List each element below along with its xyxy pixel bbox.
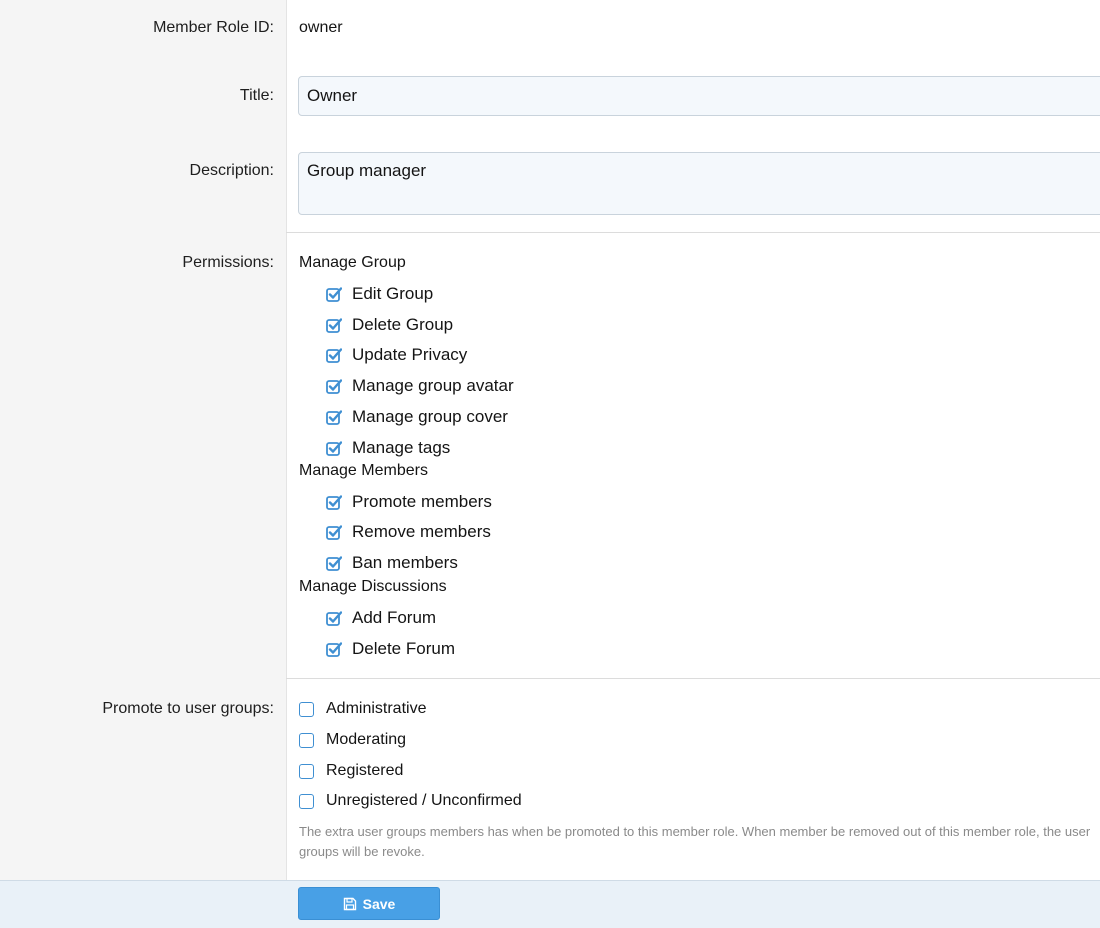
user-group-checkbox-administrative[interactable]: Administrative <box>299 700 426 718</box>
checked-checkbox-icon <box>326 410 342 425</box>
permission-label: Promote members <box>352 492 492 511</box>
unchecked-checkbox-icon <box>299 732 314 748</box>
save-button-label: Save <box>362 895 396 912</box>
title-label: Title: <box>239 87 274 104</box>
checked-checkbox-icon <box>326 441 342 456</box>
permission-label: Add Forum <box>352 608 437 627</box>
permission-label: Manage group avatar <box>352 376 514 395</box>
permission-label: Delete Forum <box>352 639 455 658</box>
unchecked-checkbox-icon <box>299 793 314 809</box>
user-group-checkbox-moderating[interactable]: Moderating <box>299 731 406 749</box>
user-group-checkbox-registered[interactable]: Registered <box>299 762 403 780</box>
member-role-id-value: owner <box>299 19 343 36</box>
label-column <box>0 0 287 880</box>
divider <box>286 232 1100 233</box>
user-group-label: Registered <box>326 762 404 779</box>
permission-group-title: Manage Discussions <box>299 578 447 595</box>
permission-checkbox-delete-group[interactable]: Delete Group <box>326 315 453 335</box>
permission-checkbox-update-privacy[interactable]: Update Privacy <box>326 345 467 365</box>
divider <box>286 678 1100 679</box>
description-textarea[interactable]: Group manager <box>298 152 1100 215</box>
permission-group-title: Manage Group <box>299 254 406 271</box>
permission-label: Edit Group <box>352 284 434 303</box>
permission-checkbox-manage-tags[interactable]: Manage tags <box>326 438 450 458</box>
permission-checkbox-ban-members[interactable]: Ban members <box>326 553 458 573</box>
permission-checkbox-add-forum[interactable]: Add Forum <box>326 608 436 628</box>
permission-label: Remove members <box>352 522 491 541</box>
permission-checkbox-promote-members[interactable]: Promote members <box>326 492 492 512</box>
permission-checkbox-manage-group-avatar[interactable]: Manage group avatar <box>326 376 514 396</box>
user-groups-hint: The extra user groups members has when b… <box>299 824 1091 859</box>
permission-label: Manage tags <box>352 438 451 457</box>
form-footer <box>0 880 1100 928</box>
checked-checkbox-icon <box>326 642 342 657</box>
checked-checkbox-icon <box>326 525 342 540</box>
member-role-id-label: Member Role ID: <box>153 19 274 36</box>
permission-label: Update Privacy <box>352 345 468 364</box>
user-group-label: Unregistered / Unconfirmed <box>326 792 522 809</box>
checked-checkbox-icon <box>326 556 342 571</box>
checked-checkbox-icon <box>326 348 342 363</box>
checked-checkbox-icon <box>326 287 342 302</box>
checked-checkbox-icon <box>326 611 342 626</box>
permission-checkbox-remove-members[interactable]: Remove members <box>326 522 491 542</box>
permission-group-title: Manage Members <box>299 462 428 479</box>
user-group-checkbox-unregistered[interactable]: Unregistered / Unconfirmed <box>299 792 522 810</box>
unchecked-checkbox-icon <box>299 701 314 717</box>
user-groups-label: Promote to user groups: <box>102 700 274 717</box>
unchecked-checkbox-icon <box>299 763 314 779</box>
checked-checkbox-icon <box>326 318 342 333</box>
permission-label: Delete Group <box>352 315 454 334</box>
permission-checkbox-delete-forum[interactable]: Delete Forum <box>326 639 455 659</box>
permission-label: Ban members <box>352 553 458 572</box>
checked-checkbox-icon <box>326 379 342 394</box>
description-label: Description: <box>189 162 274 179</box>
title-input[interactable] <box>298 76 1100 116</box>
permission-label: Manage group cover <box>352 407 508 426</box>
checked-checkbox-icon <box>326 495 342 510</box>
save-button[interactable]: Save <box>298 887 440 920</box>
floppy-disk-icon <box>343 897 356 910</box>
user-group-label: Moderating <box>326 731 407 748</box>
permission-checkbox-edit-group[interactable]: Edit Group <box>326 284 433 304</box>
user-group-label: Administrative <box>326 700 427 717</box>
permission-checkbox-manage-group-cover[interactable]: Manage group cover <box>326 407 508 427</box>
permissions-label: Permissions: <box>182 254 274 271</box>
